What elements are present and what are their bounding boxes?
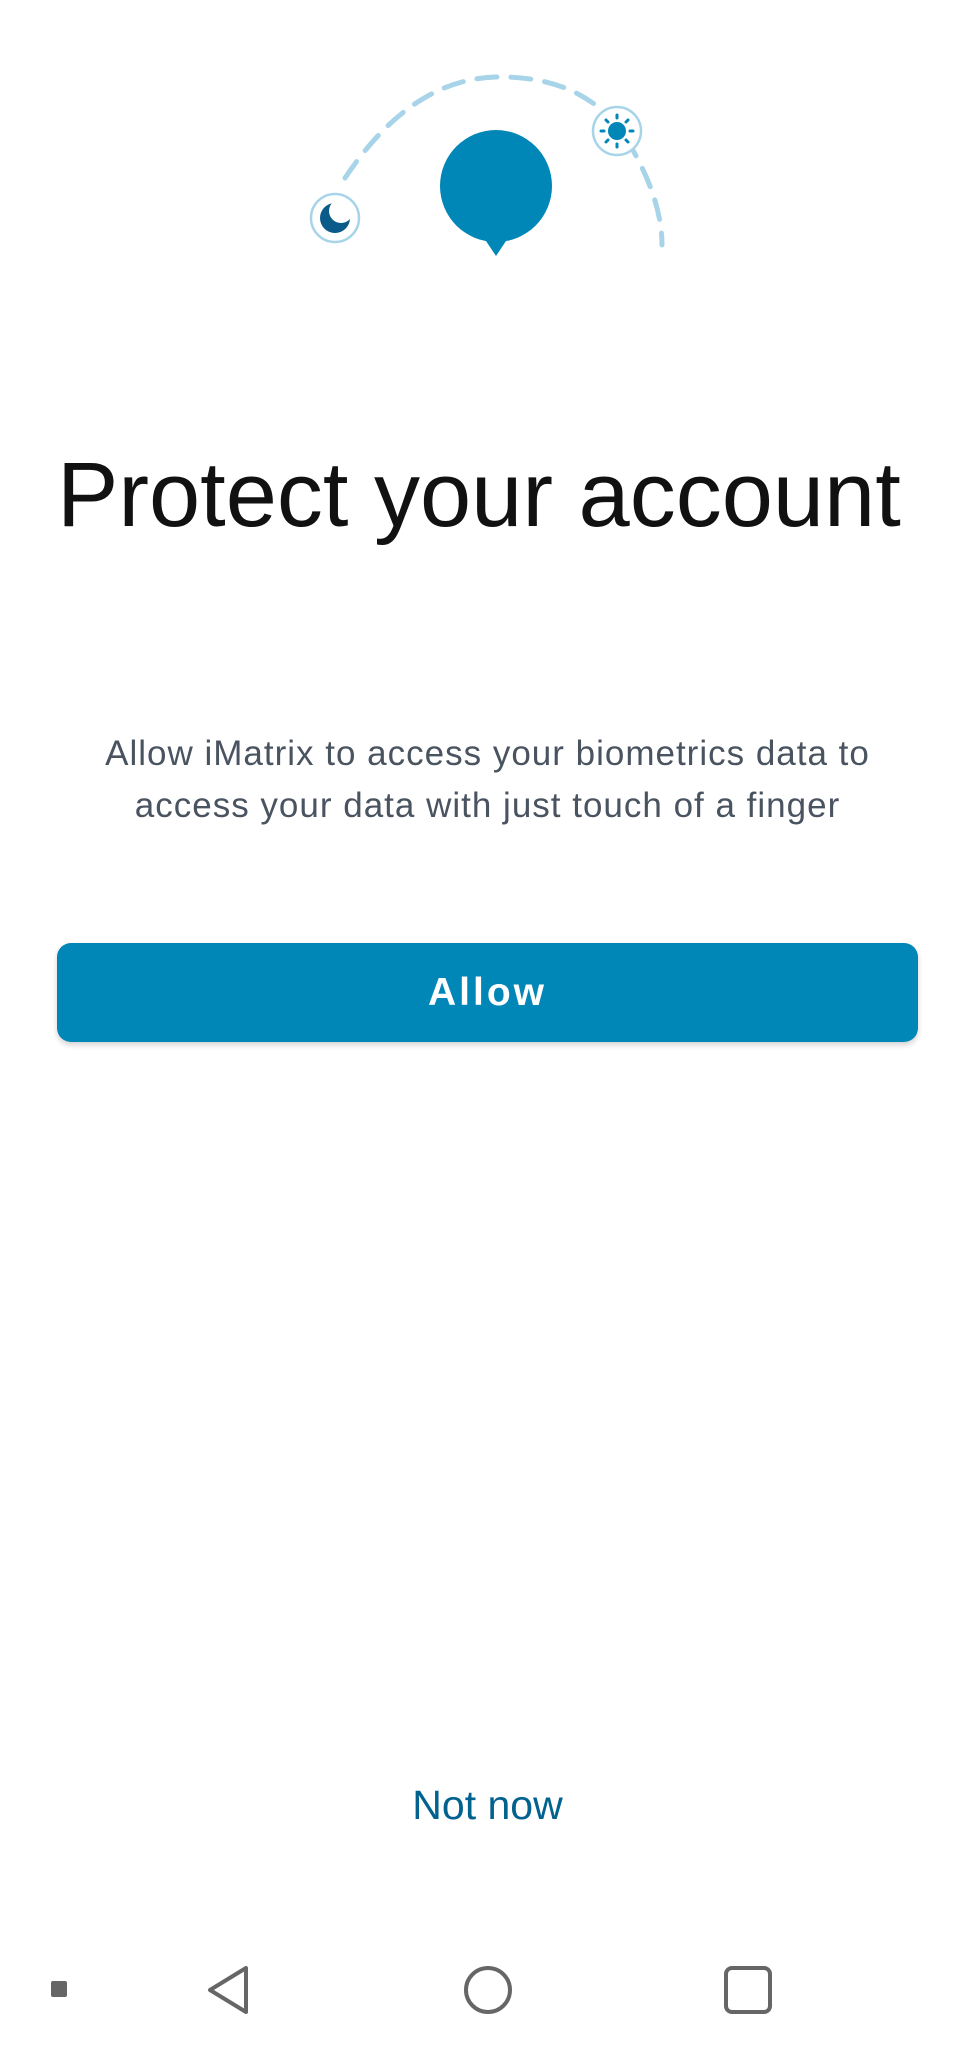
not-now-link[interactable]: Not now — [0, 1782, 975, 1829]
hero-illustration — [290, 60, 690, 270]
page-title: Protect your account — [57, 444, 901, 546]
recents-icon[interactable] — [720, 1962, 776, 2018]
sun-icon — [591, 105, 643, 157]
allow-button[interactable]: Allow — [57, 943, 918, 1042]
menu-dot-icon[interactable] — [48, 1978, 70, 2000]
home-icon[interactable] — [460, 1962, 516, 2018]
system-navigation-bar — [0, 1940, 975, 2048]
permission-description: Allow iMatrix to access your biometrics … — [105, 734, 870, 825]
back-icon[interactable] — [202, 1962, 258, 2018]
map-pin-icon — [440, 130, 552, 256]
moon-icon — [309, 192, 361, 244]
